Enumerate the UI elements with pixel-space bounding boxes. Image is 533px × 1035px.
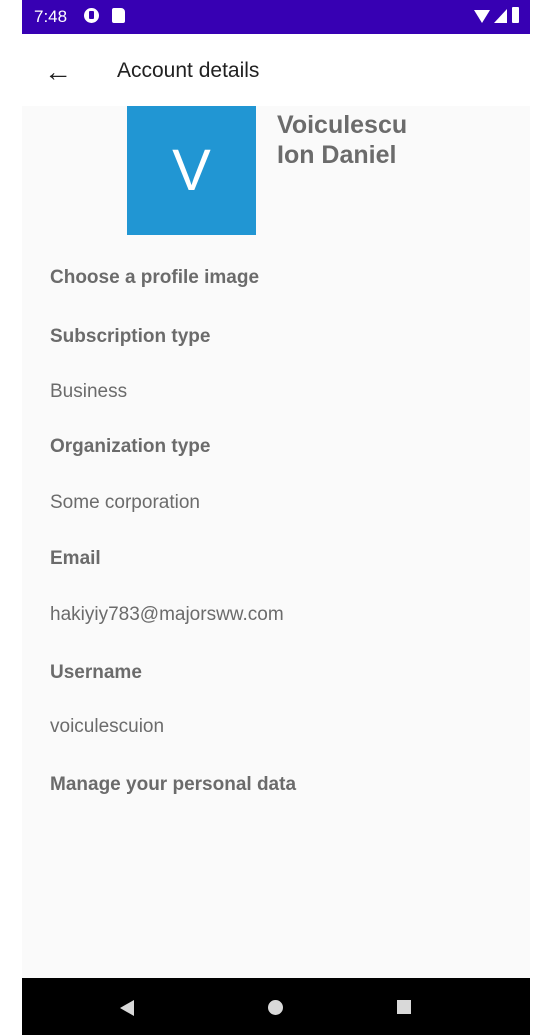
nav-recents-icon[interactable]	[397, 1000, 411, 1014]
phone-screen: 7:48 ← Account details V Voiculescu Ion …	[22, 0, 530, 1035]
manage-personal-data-button[interactable]: Manage your personal data	[50, 774, 296, 796]
subscription-type-label: Subscription type	[50, 326, 211, 347]
notification-icon	[84, 8, 99, 23]
signal-icon	[494, 9, 507, 23]
user-name-line1: Voiculescu	[277, 111, 408, 139]
username-label: Username	[50, 662, 142, 683]
user-name-line2: Ion Daniel	[277, 141, 397, 169]
navigation-bar	[22, 978, 530, 1035]
nav-home-icon[interactable]	[268, 1000, 283, 1015]
subscription-type-value: Business	[50, 381, 128, 402]
avatar[interactable]: V	[127, 106, 256, 235]
status-bar: 7:48	[22, 0, 530, 34]
username-value: voiculescuion	[50, 716, 165, 737]
status-time: 7:48	[34, 7, 68, 26]
choose-profile-image-button[interactable]: Choose a profile image	[50, 267, 259, 289]
page-title: Account details	[117, 59, 260, 82]
email-value: hakiyiy783@majorsww.com	[50, 604, 284, 625]
arrow-left-icon: ←	[44, 56, 72, 87]
nav-back-icon[interactable]	[120, 1000, 134, 1016]
battery-icon	[512, 7, 519, 23]
user-name: Voiculescu Ion Daniel	[277, 110, 407, 170]
email-label: Email	[50, 548, 101, 569]
sd-card-icon	[112, 8, 125, 23]
wifi-icon	[474, 10, 490, 23]
organization-type-value: Some corporation	[50, 492, 200, 513]
avatar-letter: V	[172, 138, 211, 203]
organization-type-label: Organization type	[50, 436, 211, 457]
back-button[interactable]: ←	[40, 54, 76, 90]
app-bar: ← Account details	[22, 34, 530, 106]
